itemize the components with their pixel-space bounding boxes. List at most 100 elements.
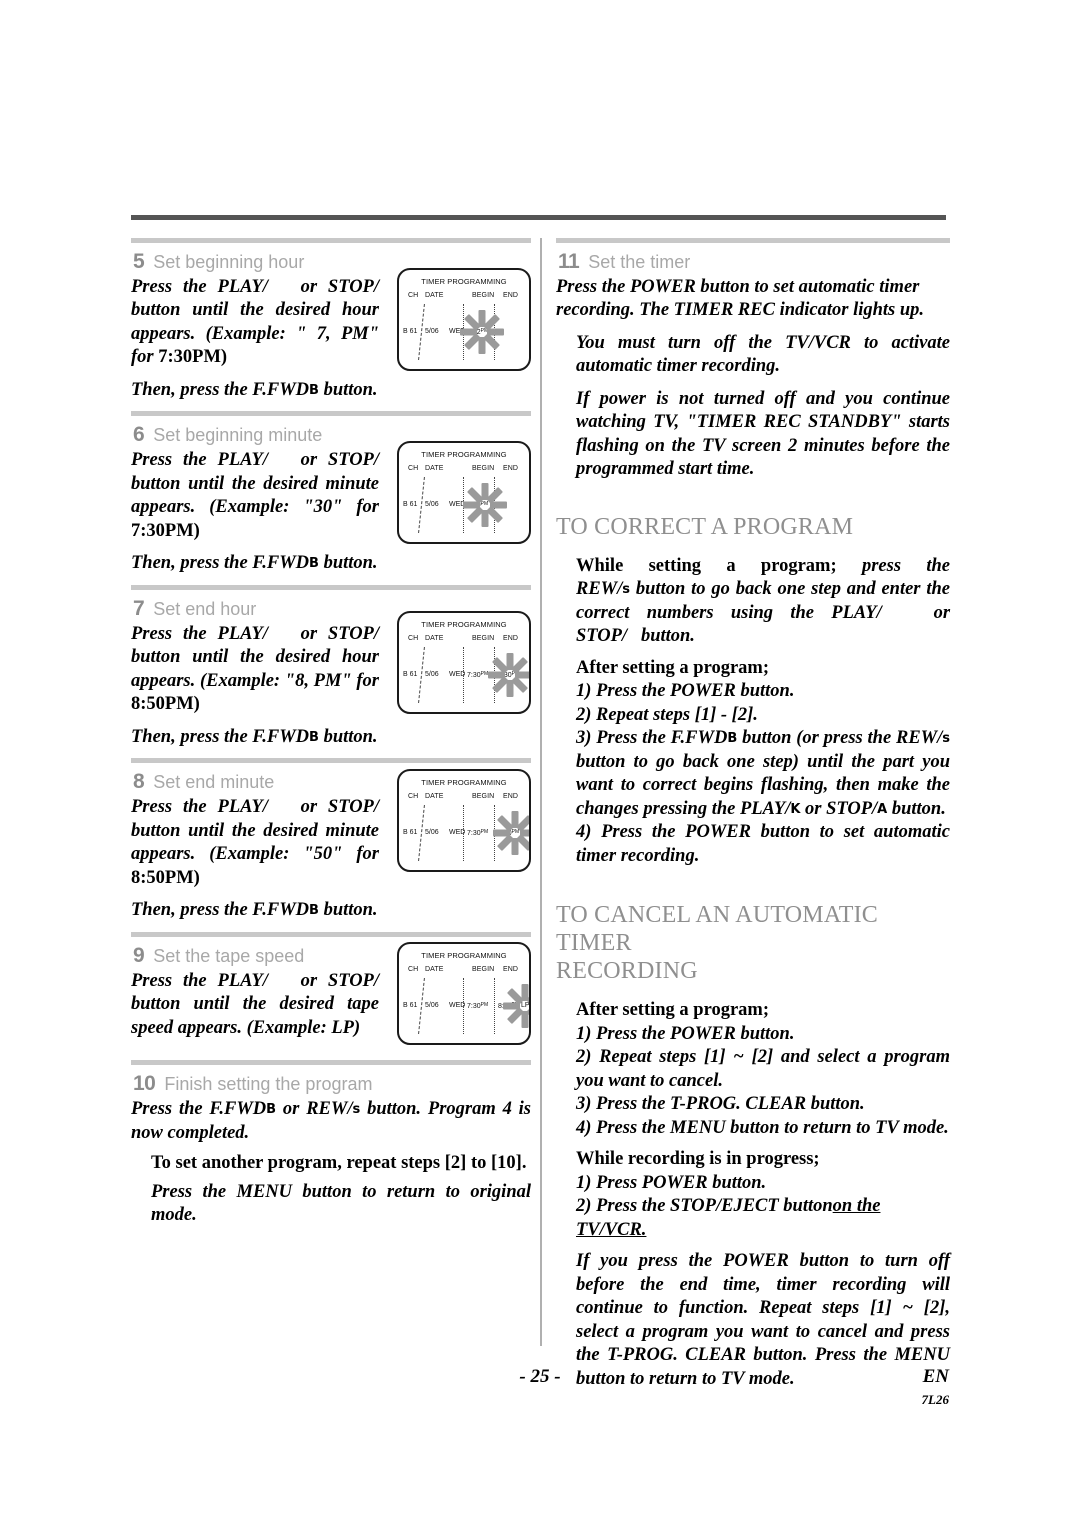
cancel-item-3: 3) Press the T-PROG. CLEAR button. xyxy=(576,1094,865,1115)
tv-header-date: DATE xyxy=(425,965,444,973)
tv-header-end: END xyxy=(503,292,519,299)
tv-screen-title: TIMER PROGRAMMING xyxy=(421,950,507,960)
step-followup: Then, press the F.FWDB button. xyxy=(131,553,378,574)
tv-header-end: END xyxy=(503,965,519,973)
step-note-turnoff: You must turn off the TV/VCR to activate… xyxy=(576,332,950,377)
step-body-7: Press the PLAY/ or STOP/ button until th… xyxy=(131,623,379,749)
tv-separator xyxy=(418,304,425,360)
step-block-6: 6 Set beginning minute TIMER PROGRAMMING… xyxy=(131,411,531,575)
tv-value-day: WED xyxy=(449,501,466,509)
tv-screen-diagram-step8: TIMER PROGRAMMING CH DATE BEGIN END B 61… xyxy=(397,769,531,873)
tv-value-day: WED xyxy=(449,670,466,678)
cancel-item-4: 4) Press the MENU button to return to TV… xyxy=(576,1117,949,1138)
tv-header-end: END xyxy=(503,634,519,642)
tv-separator xyxy=(418,977,425,1034)
tv-screen-body: CH DATE BEGIN END B 61 5/06 WED 7:30PM xyxy=(399,459,529,535)
tv-value-channel: B 61 xyxy=(403,501,418,509)
step-block-8: 8 Set end minute TIMER PROGRAMMING CH DA… xyxy=(131,758,531,922)
step-body-11: Press the POWER button to set automatic … xyxy=(556,276,950,482)
step-instruction: Press the F.FWDB or REW/s button. Progra… xyxy=(131,1099,532,1143)
tv-header-ch: CH xyxy=(408,793,419,801)
step-number: 6 xyxy=(133,423,145,447)
footer-language-code: EN xyxy=(922,1366,949,1387)
tv-header-begin: BEGIN xyxy=(472,465,495,473)
step-title: Set beginning hour xyxy=(153,252,305,272)
tv-value-day: WED xyxy=(449,1001,466,1009)
step-body-8: Press the PLAY/ or STOP/ button until th… xyxy=(131,796,379,922)
step-rule xyxy=(131,411,531,417)
column-divider xyxy=(540,238,542,1346)
tv-value-channel: B 61 xyxy=(403,328,418,335)
tv-header-ch: CH xyxy=(408,965,419,973)
tv-value-begin: 7:12PM xyxy=(467,328,489,336)
cancel-during-item-2: 2) Press the STOP/EJECT buttonon the TV/… xyxy=(576,1196,881,1240)
page-number: - 25 - xyxy=(519,1366,561,1387)
step-rule xyxy=(556,238,950,243)
step-body-10: Press the F.FWDB or REW/s button. Progra… xyxy=(131,1098,531,1227)
step-block-9: 9 Set the tape speed TIMER PROGRAMMING C… xyxy=(131,931,531,1045)
section-heading-cancel-line1: TO CANCEL AN AUTOMATIC TIMER xyxy=(556,902,878,956)
correct-item-4: 4) Press the POWER button to set automat… xyxy=(576,822,950,866)
tv-screen-body: CH DATE BEGIN END B 61 5/06 WED 7:30PM 8… xyxy=(399,629,529,705)
tv-header-date: DATE xyxy=(425,793,444,801)
step-title: Set the timer xyxy=(588,252,691,272)
step-block-5: 5 Set beginning hour TIMER PROGRAMMING C… xyxy=(131,238,531,402)
tv-screen-diagram-step6: TIMER PROGRAMMING CH DATE BEGIN END B 61… xyxy=(397,441,531,545)
tv-value-date: 5/06 xyxy=(425,501,439,509)
step-title: Set beginning minute xyxy=(153,425,323,446)
tv-screen-diagram-step7: TIMER PROGRAMMING CH DATE BEGIN END B 61… xyxy=(397,610,531,714)
tv-value-date: 5/06 xyxy=(425,1001,439,1009)
tv-value-day: WED xyxy=(449,829,466,837)
step-rule xyxy=(131,931,531,937)
step-instruction: Press the PLAY/ or STOP/ button until th… xyxy=(131,970,379,1038)
step-number: 10 xyxy=(133,1072,156,1096)
correct-after-label: After setting a program; xyxy=(576,657,770,678)
tv-value-end: 8:30PM xyxy=(498,670,520,679)
step-instruction: Press the POWER button to set automatic … xyxy=(556,277,925,321)
tv-value-date: 5/06 xyxy=(425,328,439,335)
step-block-10: 10 Finish setting the program Press the … xyxy=(131,1060,531,1227)
correct-lead-paragraph: While setting a program; press the REW/s… xyxy=(576,555,951,647)
tv-separator xyxy=(494,304,495,360)
step-rule xyxy=(131,238,531,243)
tv-header-begin: BEGIN xyxy=(472,793,495,801)
step-number: 11 xyxy=(558,250,580,273)
step-title: Set end hour xyxy=(153,598,257,619)
tv-header-ch: CH xyxy=(408,292,419,299)
tv-header-ch: CH xyxy=(408,465,419,473)
step-followup: Then, press the F.FWDB button. xyxy=(131,379,378,400)
correct-item-2: 2) Repeat steps [1] - [2]. xyxy=(576,704,758,725)
tv-separator xyxy=(494,977,495,1034)
tv-value-begin: 7:30PM xyxy=(467,670,489,679)
step-instruction: Press the PLAY/ or STOP/ button until th… xyxy=(131,797,379,888)
tv-screen-title: TIMER PROGRAMMING xyxy=(421,277,507,286)
step-instruction: Press the PLAY/ or STOP/ button until th… xyxy=(131,277,379,368)
step-number: 7 xyxy=(133,596,145,620)
tv-header-begin: BEGIN xyxy=(472,292,495,299)
step-body-6: Press the PLAY/ or STOP/ button until th… xyxy=(131,449,379,575)
tv-value-channel: B 61 xyxy=(403,1001,418,1009)
step-instruction: Press the PLAY/ or STOP/ button until th… xyxy=(131,450,379,541)
tv-value-day: WED xyxy=(449,328,466,335)
tv-separator xyxy=(494,805,495,862)
step-title: Finish setting the program xyxy=(164,1074,373,1095)
tv-value-end: 8:50PM xyxy=(498,1001,520,1010)
tv-screen-diagram-step5: TIMER PROGRAMMING CH DATE BEGIN END B 61… xyxy=(397,268,531,371)
footer-doc-code: 7L26 xyxy=(921,1392,949,1407)
tv-screen-title: TIMER PROGRAMMING xyxy=(421,619,507,629)
section-heading-correct: TO CORRECT A PROGRAM xyxy=(556,513,854,540)
step-rule xyxy=(131,758,531,764)
cancel-after-label: After setting a program; xyxy=(576,1000,770,1021)
tv-header-date: DATE xyxy=(425,465,444,473)
step-note-standby: If power is not turned off and you conti… xyxy=(576,388,950,480)
tv-value-date: 5/06 xyxy=(425,670,439,678)
tv-screen-body: CH DATE BEGIN END B 61 5/06 WED 7:12PM xyxy=(399,286,529,362)
step-number: 5 xyxy=(133,250,145,273)
tv-value-date: 5/06 xyxy=(425,829,439,837)
tv-screen-title: TIMER PROGRAMMING xyxy=(421,778,507,788)
top-divider-rule xyxy=(131,215,946,220)
tv-value-begin: 7:30PM xyxy=(467,501,489,510)
step-block-7: 7 Set end hour TIMER PROGRAMMING CH DATE… xyxy=(131,584,531,749)
tv-separator xyxy=(494,646,495,703)
correct-item-1: 1) Press the POWER button. xyxy=(576,681,795,702)
